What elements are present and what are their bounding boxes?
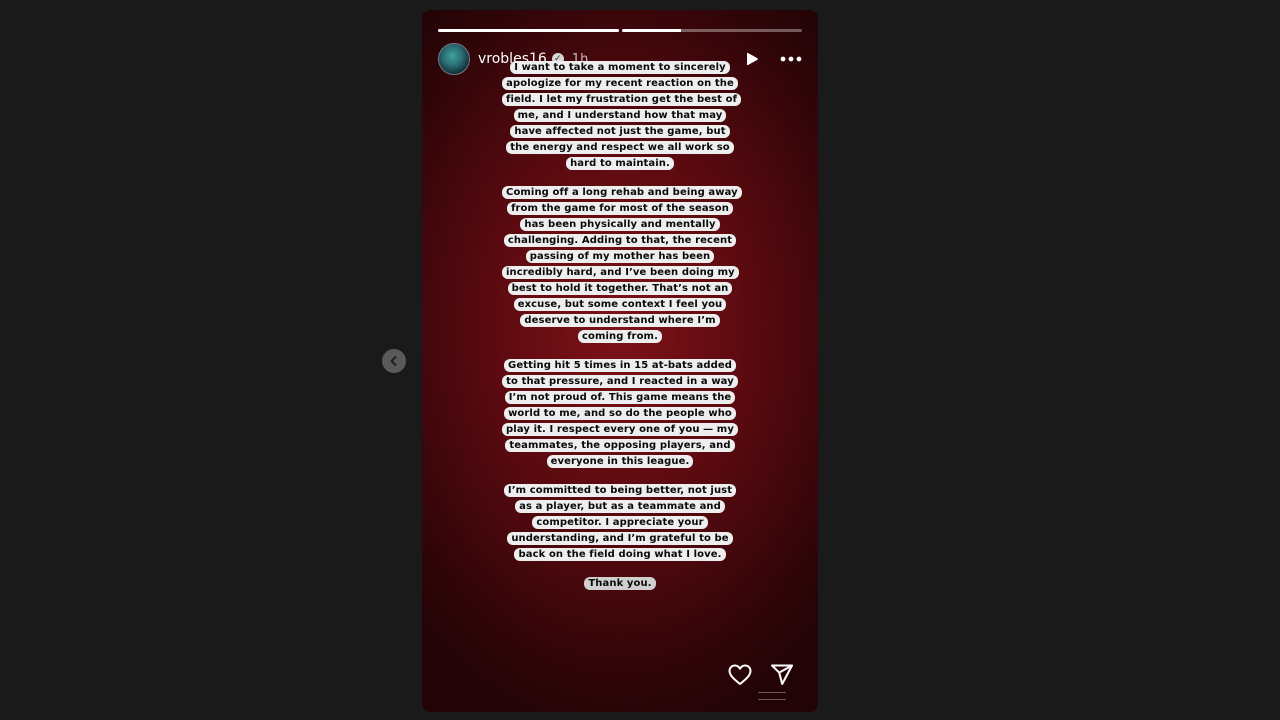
heart-icon bbox=[728, 664, 752, 685]
avatar[interactable] bbox=[438, 43, 470, 75]
play-icon bbox=[747, 52, 758, 66]
more-options-icon bbox=[780, 56, 802, 62]
chevron-left-icon bbox=[390, 356, 397, 366]
more-options-button[interactable] bbox=[780, 56, 802, 62]
story-actions bbox=[728, 664, 794, 690]
story-viewer[interactable]: vrobles16 ✓ 1h I want to take a moment t… bbox=[422, 10, 818, 712]
share-button[interactable] bbox=[770, 664, 794, 690]
play-button[interactable] bbox=[744, 51, 760, 67]
progress-segment-2 bbox=[621, 29, 802, 32]
like-button[interactable] bbox=[728, 664, 752, 690]
progress-segment-1 bbox=[438, 29, 619, 32]
story-progress bbox=[438, 29, 802, 32]
story-paragraph: I’m committed to being better, not just … bbox=[502, 481, 738, 561]
send-icon bbox=[771, 664, 793, 685]
story-text-sticker: I want to take a moment to sincerely apo… bbox=[502, 58, 742, 603]
story-paragraph: I want to take a moment to sincerely apo… bbox=[502, 58, 742, 170]
story-paragraph: Coming off a long rehab and being away f… bbox=[502, 183, 742, 343]
reply-handle[interactable] bbox=[758, 692, 786, 700]
story-paragraph: Thank you. bbox=[584, 574, 656, 590]
previous-story-button[interactable] bbox=[382, 349, 406, 373]
story-paragraph: Getting hit 5 times in 15 at-bats added … bbox=[502, 356, 738, 468]
